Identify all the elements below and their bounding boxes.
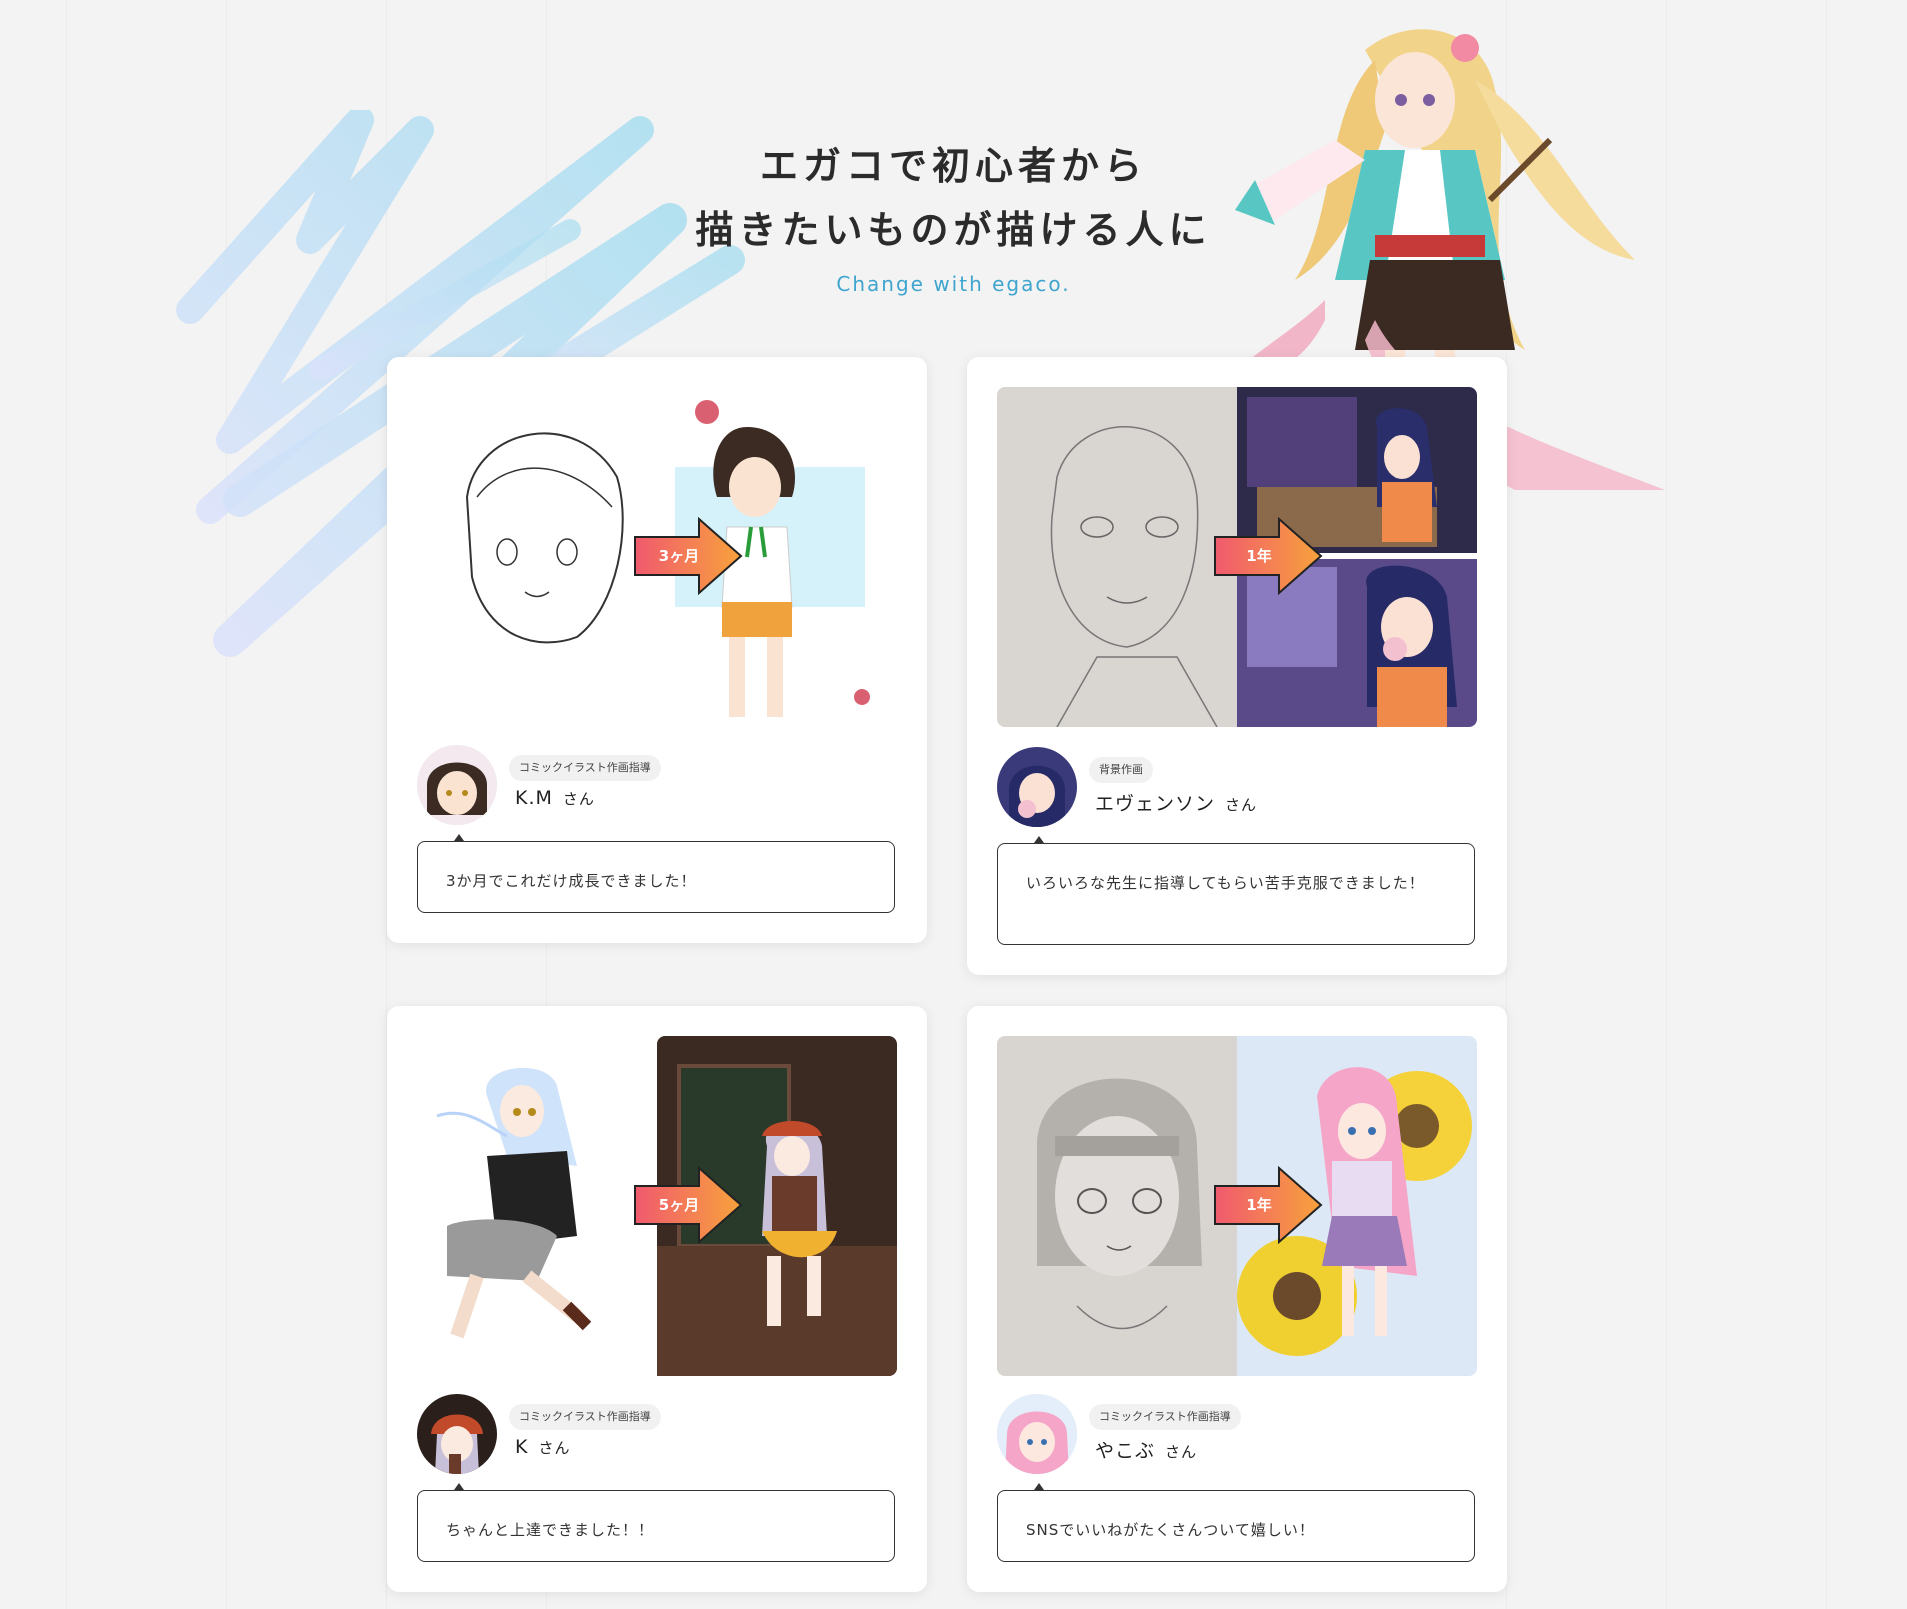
honorific: さん (1225, 796, 1258, 814)
progress-arrow: 3ヶ月 (633, 517, 745, 595)
comment-bubble: SNSでいいねがたくさんついて嬉しい！ (997, 1483, 1475, 1562)
comment-bubble: いろいろな先生に指導してもらい苦手克服できました！ (997, 836, 1475, 945)
before-after-artwork: 1年 (997, 387, 1477, 727)
student-name-text: K (515, 1436, 529, 1458)
category-tag: コミックイラスト作画指導 (509, 1404, 661, 1430)
hero-subtitle: Change with egaco. (836, 272, 1071, 296)
comment-bubble: ちゃんと上達できました！！ (417, 1483, 895, 1562)
honorific: さん (1165, 1443, 1198, 1461)
student-name: K さん (515, 1436, 570, 1458)
hero-title-line-2: 描きたいものが描ける人に (695, 208, 1212, 252)
honorific: さん (562, 790, 595, 808)
student-name-text: エヴェンソン (1095, 793, 1216, 815)
testimonial-card: 3ヶ月 コミックイラスト作画指導 K.M さん 3か月でこれだけ成長できました！ (387, 357, 927, 943)
progress-arrow: 5ヶ月 (633, 1166, 745, 1244)
avatar (417, 745, 497, 825)
period-label: 3ヶ月 (658, 547, 700, 565)
category-tag: 背景作画 (1089, 757, 1153, 783)
avatar (417, 1394, 497, 1474)
period-label: 5ヶ月 (658, 1196, 700, 1214)
progress-arrow: 1年 (1213, 517, 1325, 595)
student-name: やこぶ さん (1095, 1436, 1197, 1463)
before-after-artwork: 1年 (997, 1036, 1477, 1376)
testimonial-card: 5ヶ月 コミックイラスト作画指導 K さん ちゃんと上達できました！！ (387, 1006, 927, 1592)
before-after-artwork: 3ヶ月 (417, 387, 897, 727)
avatar (997, 1394, 1077, 1474)
progress-arrow: 1年 (1213, 1166, 1325, 1244)
before-after-artwork: 5ヶ月 (417, 1036, 897, 1376)
avatar (997, 747, 1077, 827)
testimonial-card: 1年 背景作画 エヴェンソン さん いろいろな先生に指導してもらい苦手克服できまし… (967, 357, 1507, 975)
category-tag: コミックイラスト作画指導 (1089, 1404, 1241, 1430)
comment-bubble: 3か月でこれだけ成長できました！ (417, 834, 895, 913)
testimonial-card: 1年 コミックイラスト作画指導 やこぶ さん SNSでいいねがたくさんついて嬉しい… (967, 1006, 1507, 1592)
hero-title-line-1: エガコで初心者から (759, 144, 1147, 188)
student-name: エヴェンソン さん (1095, 789, 1257, 816)
honorific: さん (538, 1439, 571, 1457)
period-label: 1年 (1246, 1196, 1272, 1214)
category-tag: コミックイラスト作画指導 (509, 755, 661, 781)
period-label: 1年 (1246, 547, 1272, 565)
student-name-text: やこぶ (1095, 1440, 1156, 1462)
student-name-text: K.M (515, 787, 553, 809)
student-name: K.M さん (515, 787, 595, 809)
